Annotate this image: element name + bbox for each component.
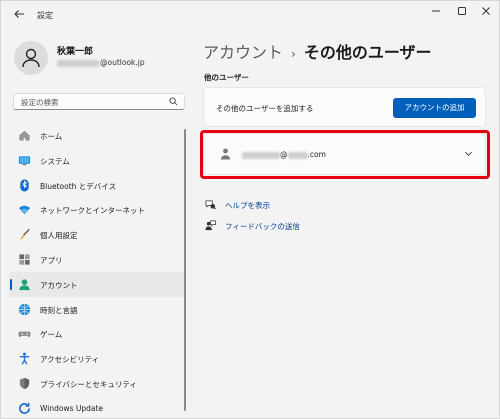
sidebar-item-label: Bluetooth とデバイス	[40, 181, 117, 191]
apps-icon	[19, 254, 30, 265]
sidebar-item-apps[interactable]: アプリ	[9, 247, 185, 272]
sidebar-item-label: プライバシーとセキュリティ	[40, 379, 137, 389]
feedback-icon	[205, 220, 216, 231]
user-name: 秋葉一郎	[57, 47, 94, 57]
selection-indicator	[10, 278, 12, 290]
page-title: その他のユーザー	[303, 43, 432, 62]
sidebar-item-label: アプリ	[40, 255, 63, 265]
minimize-button[interactable]	[425, 6, 447, 22]
sidebar-item-network[interactable]: ネットワークとインターネット	[9, 197, 185, 222]
sidebar-item-label: アカウント	[40, 280, 78, 290]
add-user-label: その他のユーザーを追加する	[216, 104, 314, 113]
gaming-icon	[18, 332, 31, 338]
user-email: @outlook.jp	[57, 58, 145, 68]
maximize-button[interactable]	[451, 6, 473, 22]
accounts-icon	[19, 279, 30, 290]
sidebar-item-gaming[interactable]: ゲーム	[9, 321, 185, 346]
personalization-icon	[19, 229, 30, 241]
add-account-button[interactable]: アカウントの追加	[393, 98, 476, 118]
sidebar-scrollbar[interactable]	[184, 129, 186, 411]
search-icon	[169, 97, 178, 106]
sidebar-item-label: アクセシビリティ	[40, 355, 100, 365]
sidebar-item-time-language[interactable]: 時刻と言語	[9, 297, 185, 322]
title-bar: 設定	[1, 1, 499, 31]
close-button[interactable]	[475, 6, 497, 22]
sidebar-item-privacy[interactable]: プライバシーとセキュリティ	[9, 371, 185, 396]
sidebar-item-home[interactable]: ホーム	[9, 123, 185, 148]
sidebar-nav: ホーム システム Bluetooth とデバイス ネットワークとインターネット	[9, 123, 187, 419]
breadcrumb-parent[interactable]: アカウント	[203, 43, 283, 62]
sidebar-item-label: Windows Update	[40, 403, 104, 413]
search-input[interactable]: 設定の検索	[13, 93, 185, 110]
home-icon	[19, 130, 30, 141]
settings-window: 設定 秋葉一郎 @outlook.jp 設定の検索 ホーム システム Bluet…	[0, 0, 500, 419]
sidebar-item-bluetooth[interactable]: Bluetooth とデバイス	[9, 173, 185, 198]
sidebar-item-accounts[interactable]: アカウント	[9, 271, 185, 297]
back-arrow-icon[interactable]	[11, 8, 27, 24]
section-title: 他のユーザー	[204, 73, 249, 82]
search-placeholder: 設定の検索	[21, 98, 59, 107]
privacy-icon	[19, 377, 30, 390]
highlight-box	[200, 130, 490, 179]
breadcrumb: アカウント › その他のユーザー	[203, 39, 432, 63]
accessibility-icon	[19, 352, 30, 365]
sidebar-item-label: ホーム	[40, 132, 63, 141]
sidebar-item-accessibility[interactable]: アクセシビリティ	[9, 346, 185, 371]
sidebar-item-personalization[interactable]: 個人用設定	[9, 222, 185, 247]
help-link-label: ヘルプを表示	[225, 201, 270, 210]
breadcrumb-separator: ›	[291, 47, 296, 61]
sidebar-item-system[interactable]: システム	[9, 148, 185, 173]
redacted-text	[57, 59, 99, 67]
avatar[interactable]	[14, 41, 48, 75]
help-link[interactable]: ヘルプを表示	[205, 199, 325, 211]
sidebar-item-label: ゲーム	[40, 330, 63, 340]
user-email-suffix: @outlook.jp	[100, 58, 145, 67]
network-icon	[18, 206, 31, 215]
sidebar-item-label: 個人用設定	[40, 231, 78, 241]
feedback-link-label: フィードバックの送信	[225, 222, 300, 231]
system-icon	[18, 156, 31, 165]
sidebar-item-label: システム	[40, 156, 70, 166]
windows-update-icon	[19, 402, 30, 414]
sidebar-item-windows-update[interactable]: Windows Update	[9, 396, 185, 419]
bluetooth-icon	[20, 179, 29, 192]
add-user-card: その他のユーザーを追加する アカウントの追加	[203, 87, 486, 127]
sidebar-item-label: 時刻と言語	[40, 305, 78, 315]
time-language-icon	[18, 303, 31, 315]
window-title: 設定	[37, 11, 53, 20]
person-icon	[22, 48, 40, 68]
sidebar-item-label: ネットワークとインターネット	[40, 206, 145, 216]
feedback-link[interactable]: フィードバックの送信	[205, 220, 325, 232]
help-icon	[205, 200, 216, 210]
